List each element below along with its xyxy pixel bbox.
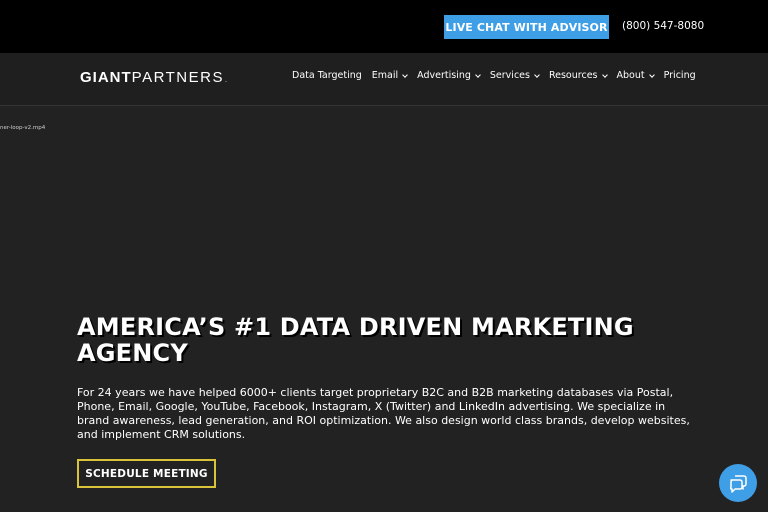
hero-title-line1: AMERICA’S #1 DATA DRIVEN MARKETING <box>77 313 634 341</box>
hero-title-line2: AGENCY <box>77 339 188 367</box>
chevron-down-icon <box>475 71 481 78</box>
phone-number-link[interactable]: (800) 547-8080 <box>622 20 704 32</box>
nav-item-about[interactable]: About <box>616 70 655 81</box>
chevron-down-icon <box>534 71 540 78</box>
nav-item-pricing[interactable]: Pricing <box>664 70 696 81</box>
hero-description: For 24 years we have helped 6000+ client… <box>77 386 690 441</box>
chat-bubbles-icon <box>729 475 747 493</box>
chevron-down-icon <box>648 71 655 78</box>
top-bar: LIVE CHAT WITH ADVISOR (800) 547-8080 <box>0 0 768 53</box>
main-navigation: GIANT PARTNERS . Data Targeting Email Ad… <box>0 53 768 106</box>
nav-item-label: Pricing <box>663 70 696 81</box>
nav-item-data-targeting[interactable]: Data Targeting <box>292 70 362 81</box>
nav-item-label: Resources <box>548 70 598 81</box>
nav-item-label: Email <box>371 70 399 81</box>
nav-item-email[interactable]: Email <box>371 70 408 81</box>
logo-mark: . <box>224 77 228 84</box>
nav-item-resources[interactable]: Resources <box>548 70 608 81</box>
nav-menu: Data Targeting Email Advertising Service… <box>292 70 706 81</box>
chat-widget-button[interactable] <box>719 464 757 502</box>
nav-item-label: Services <box>489 70 530 81</box>
nav-item-label: About <box>616 70 645 81</box>
logo-part1: GIANT <box>80 69 132 86</box>
video-placeholder-label: ner-loop-v2.mp4 <box>0 125 46 131</box>
nav-item-label: Advertising <box>417 70 471 81</box>
logo-part2: PARTNERS <box>131 69 224 86</box>
chevron-down-icon <box>402 71 408 78</box>
live-chat-button[interactable]: LIVE CHAT WITH ADVISOR <box>444 15 609 39</box>
chevron-down-icon <box>601 71 608 78</box>
nav-item-advertising[interactable]: Advertising <box>417 70 481 81</box>
nav-item-services[interactable]: Services <box>489 70 540 81</box>
logo[interactable]: GIANT PARTNERS . <box>80 69 228 87</box>
schedule-meeting-button[interactable]: SCHEDULE MEETING <box>77 459 216 488</box>
hero-title: AMERICA’S #1 DATA DRIVEN MARKETING AGENC… <box>77 314 697 366</box>
nav-item-label: Data Targeting <box>292 70 362 81</box>
